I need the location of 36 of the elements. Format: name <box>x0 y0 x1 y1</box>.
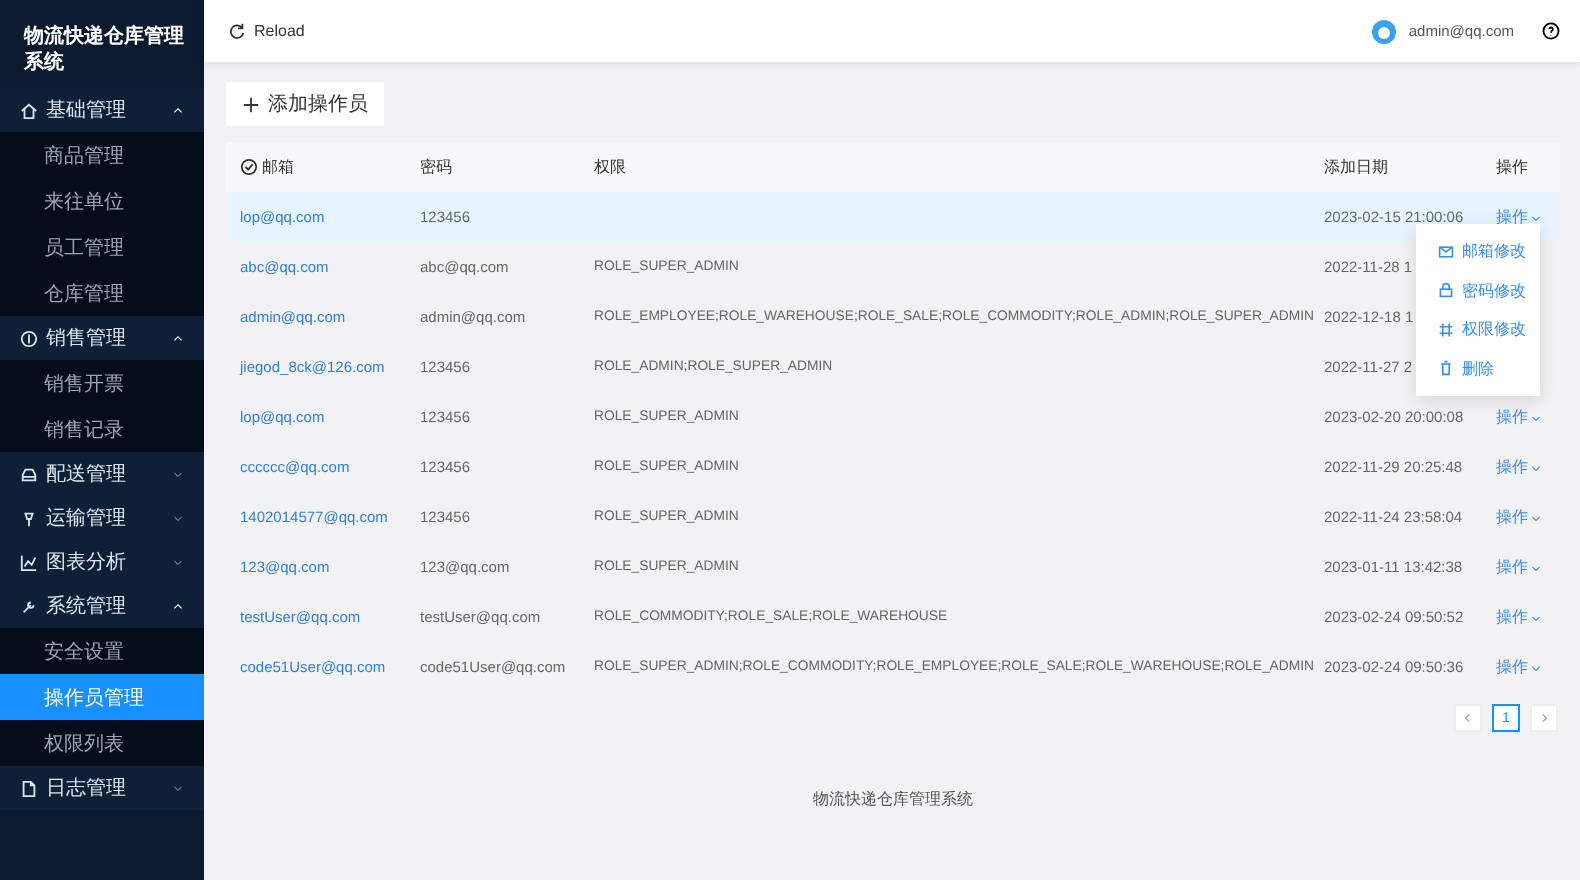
menu-group[interactable]: 图表分析 <box>0 540 204 584</box>
menu-item[interactable]: 权限修改 <box>1416 310 1540 349</box>
menu-group[interactable]: 运输管理 <box>0 496 204 540</box>
add-operator-button[interactable]: 添加操作员 <box>226 82 384 126</box>
reload-button[interactable]: Reload <box>228 22 305 40</box>
menu-item[interactable]: 员工管理 <box>0 224 204 270</box>
menu-item[interactable]: 删除 <box>1416 349 1540 388</box>
app-title: 物流快递仓库管理系统 <box>21 22 186 78</box>
actions-dropdown[interactable]: 操作 <box>1496 506 1560 528</box>
menu-group[interactable]: 基础管理 <box>0 88 204 132</box>
column-header: 密码 <box>420 156 454 178</box>
actions-dropdown[interactable]: 操作 <box>1496 656 1560 678</box>
actions-dropdown[interactable]: 操作 <box>1496 406 1560 428</box>
column-header: 操作 <box>1496 156 1530 178</box>
menu-item[interactable]: 销售记录 <box>0 406 204 452</box>
menu-item[interactable]: 商品管理 <box>0 132 204 178</box>
menu-item[interactable]: 邮箱修改 <box>1416 232 1540 271</box>
column-header: 邮箱 <box>262 156 294 178</box>
column-header: 添加日期 <box>1324 156 1390 178</box>
menu-group[interactable]: 系统管理 <box>0 584 204 628</box>
menu-item[interactable]: 密码修改 <box>1416 271 1540 310</box>
actions-dropdown[interactable]: 操作 <box>1496 606 1560 628</box>
menu-item[interactable]: 来往单位 <box>0 178 204 224</box>
menu-item[interactable]: 仓库管理 <box>0 270 204 316</box>
menu-group[interactable]: 日志管理 <box>0 766 204 810</box>
menu-item[interactable]: 销售开票 <box>0 360 204 406</box>
menu-group[interactable]: 销售管理 <box>0 316 204 360</box>
footer-text: 物流快递仓库管理系统 <box>811 788 975 810</box>
column-header: 权限 <box>594 156 628 178</box>
actions-dropdown[interactable]: 操作 <box>1496 456 1560 478</box>
menu-item[interactable]: 操作员管理 <box>0 674 204 720</box>
menu-group[interactable]: 配送管理 <box>0 452 204 496</box>
actions-dropdown[interactable]: 操作 <box>1496 556 1560 578</box>
actions-dropdown[interactable]: 操作 <box>1496 206 1560 228</box>
menu-item[interactable]: 安全设置 <box>0 628 204 674</box>
menu-item[interactable]: 权限列表 <box>0 720 204 766</box>
